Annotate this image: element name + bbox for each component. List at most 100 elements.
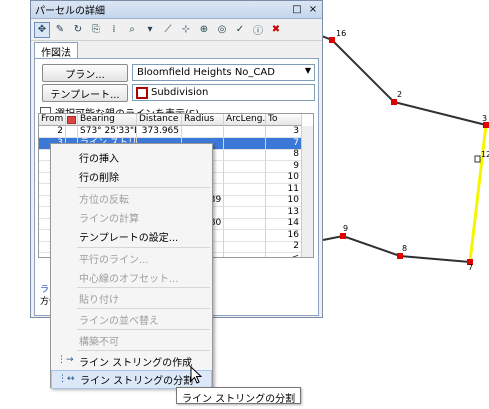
table-cell[interactable] [224, 183, 266, 196]
select-tool-icon[interactable]: ✥ [34, 21, 50, 38]
point-label-16: 16 [336, 29, 346, 38]
column-header-distance[interactable]: Distance [137, 114, 182, 126]
context-menu: 行の挿入 行の削除 方位の反転 ラインの計算 テンプレートの設定... 平行のラ… [50, 143, 213, 389]
menu-insert-row[interactable]: 行の挿入 [51, 148, 212, 167]
grid-options-icon [67, 115, 76, 124]
tab-construction[interactable]: 作図法 [34, 42, 78, 59]
point-label-9: 9 [343, 224, 348, 233]
check-icon[interactable]: ✓ [232, 22, 248, 38]
create-line-string-icon: ⋮→ [57, 355, 74, 365]
table-cell[interactable] [224, 229, 266, 242]
grid-points-icon[interactable]: ⁞ [106, 22, 122, 38]
table-cell[interactable]: 9 [266, 160, 302, 173]
column-header-to[interactable]: To [266, 114, 302, 126]
menu-item-label: 平行のライン... [79, 255, 149, 266]
menu-item-label: 中心線のオフセット... [79, 274, 179, 285]
plan-button[interactable]: プラン... [42, 64, 128, 82]
menu-paste[interactable]: 貼り付け [51, 289, 212, 308]
grid-scrollbar[interactable] [301, 126, 313, 257]
delete-icon[interactable]: ✖ [268, 22, 284, 38]
table-cell[interactable] [224, 206, 266, 219]
table-cell[interactable] [224, 172, 266, 184]
template-field-value: Subdivision [151, 87, 209, 98]
table-cell[interactable]: 14 [266, 218, 302, 230]
table-cell[interactable]: 7 [266, 137, 302, 150]
chevron-down-icon[interactable]: ▼ [305, 66, 311, 75]
close-icon[interactable]: × [306, 3, 320, 17]
table-cell[interactable]: 2 [39, 126, 66, 138]
table-cell[interactable]: 8 [266, 149, 302, 161]
table-cell[interactable] [224, 218, 266, 230]
zoom-icon[interactable]: ⌕ [124, 22, 140, 38]
mouse-pointer-icon [190, 366, 202, 384]
table-cell[interactable] [224, 137, 266, 150]
point-label-3: 3 [482, 114, 487, 123]
circle-icon[interactable]: ◎ [214, 22, 230, 38]
menu-separator [77, 287, 210, 288]
info-icon[interactable]: ⓘ [250, 22, 266, 38]
table-cell[interactable] [224, 195, 266, 207]
menu-item-label: 貼り付け [79, 295, 119, 306]
table-cell[interactable] [224, 241, 266, 253]
window-titlebar[interactable]: パーセルの詳細 □ × [31, 1, 322, 19]
table-cell[interactable] [182, 126, 224, 138]
menu-item-label: 構築不可 [79, 337, 119, 348]
refresh-icon[interactable]: ↻ [70, 22, 86, 38]
parcel-boundary-line-lower [322, 234, 471, 263]
template-field[interactable]: Subdivision [132, 84, 315, 101]
vertex-16[interactable] [329, 37, 335, 43]
table-cell[interactable] [224, 160, 266, 173]
menu-parallel-line[interactable]: 平行のライン... [51, 249, 212, 268]
table-cell[interactable]: 11 [266, 183, 302, 196]
menu-delete-row[interactable]: 行の削除 [51, 167, 212, 186]
table-cell[interactable] [224, 252, 266, 257]
grid-header: From Bearing Distance Radius ArcLeng... … [39, 114, 302, 126]
vertex-2[interactable] [391, 99, 397, 105]
column-header-arclength[interactable]: ArcLeng... [224, 114, 266, 126]
edit-tool-icon[interactable]: ✎ [52, 22, 68, 38]
menu-reverse-bearing[interactable]: 方位の反転 [51, 189, 212, 208]
table-cell[interactable]: 3 [266, 126, 302, 138]
table-cell[interactable] [224, 149, 266, 161]
menu-item-label: 行の削除 [79, 173, 119, 184]
pin-icon[interactable]: □ [290, 3, 304, 17]
table-cell[interactable] [66, 126, 78, 138]
vertex-12[interactable] [474, 155, 481, 163]
table-cell[interactable]: < [266, 252, 302, 257]
column-header-bearing[interactable]: Bearing [78, 114, 137, 126]
column-header-radius[interactable]: Radius [182, 114, 224, 126]
table-cell[interactable]: 16 [266, 229, 302, 242]
menu-centerline-offset[interactable]: 中心線のオフセット... [51, 268, 212, 287]
table-cell[interactable]: 13 [266, 206, 302, 219]
table-cell[interactable]: 2 [266, 241, 302, 253]
menu-reorder-lines[interactable]: ラインの並べ替え [51, 310, 212, 329]
table-row[interactable]: 2 S73° 25'33"E 373.965 3 [39, 126, 302, 138]
table-cell[interactable]: 10 [266, 195, 302, 207]
vertex-9[interactable] [340, 233, 346, 239]
template-button[interactable]: テンプレート... [42, 84, 128, 102]
plan-select[interactable]: Bloomfield Heights No_CAD ▼ [132, 64, 315, 81]
measure-icon[interactable]: ⊹ [178, 22, 194, 38]
table-cell[interactable]: 373.965 [137, 126, 182, 138]
menu-compute-line[interactable]: ラインの計算 [51, 208, 212, 227]
column-header-icon[interactable] [66, 114, 78, 126]
point-label-7: 7 [468, 263, 473, 272]
menu-template-settings[interactable]: テンプレートの設定... [51, 227, 212, 246]
menu-not-buildable[interactable]: 構築不可 [51, 331, 212, 350]
table-cell[interactable]: S73° 25'33"E [78, 126, 137, 138]
menu-item-label: ラインの並べ替え [79, 316, 159, 327]
copy-icon[interactable]: ⎘ [88, 22, 104, 38]
plan-select-value: Bloomfield Heights No_CAD [137, 67, 275, 78]
menu-create-line-string[interactable]: ⋮→ ライン ストリングの作成 [51, 352, 212, 371]
selected-line-string[interactable] [468, 124, 488, 263]
target-icon[interactable]: ⊕ [196, 22, 212, 38]
split-line-string-icon: ⋮↔ [58, 374, 75, 384]
dropdown-arrow-icon[interactable]: ▾ [142, 22, 158, 38]
template-color-icon [136, 86, 148, 99]
table-cell[interactable]: 10 [266, 172, 302, 184]
vertex-8[interactable] [397, 253, 403, 259]
table-cell[interactable] [224, 126, 266, 138]
line-tool-icon[interactable]: ⟋ [160, 22, 176, 38]
column-header-from[interactable]: From [39, 114, 66, 126]
menu-separator [77, 247, 210, 248]
